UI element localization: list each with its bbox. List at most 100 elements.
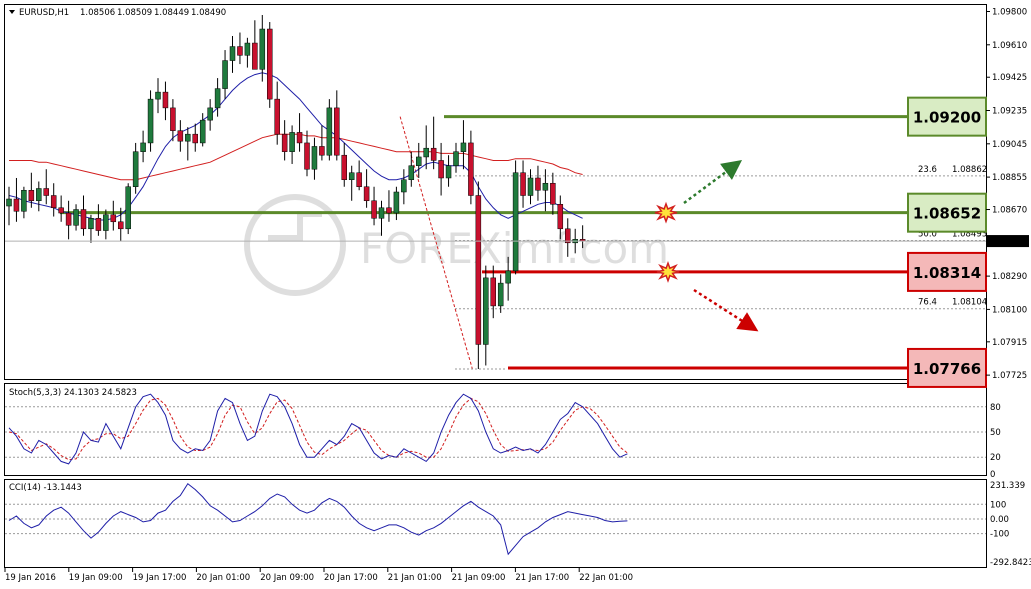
price-tick-label: 1.08855: [992, 173, 1027, 183]
cci-pane-frame: [4, 479, 987, 568]
time-tick-label: 19 Jan 09:00: [69, 573, 123, 583]
candle-body: [483, 277, 489, 345]
candle-body: [296, 132, 303, 144]
candle-body: [13, 198, 20, 212]
price-tick-label: 1.07725: [992, 371, 1027, 381]
low-value: 1.08449: [154, 8, 189, 18]
candle-body: [490, 277, 496, 307]
candle: [326, 99, 333, 161]
candle-body: [311, 146, 318, 170]
fib-level-percent: 76.4: [918, 298, 937, 308]
price-tick-label: 1.09610: [992, 41, 1027, 51]
candle-body: [162, 91, 169, 109]
candle: [267, 22, 273, 108]
candle-body: [192, 133, 198, 144]
candle-body: [460, 142, 467, 152]
cci-level-label: -100: [990, 530, 1009, 540]
candle-body: [334, 107, 340, 156]
candle-body: [363, 186, 370, 202]
candle-body: [110, 214, 117, 223]
time-tick-label: 19 Jan 17:00: [133, 573, 187, 583]
time-tick-label: 20 Jan 01:00: [196, 573, 250, 583]
candle: [125, 183, 131, 235]
candle-body: [557, 204, 564, 230]
candle-body: [423, 147, 429, 158]
candle-body: [527, 177, 534, 196]
time-tick-label: 20 Jan 09:00: [260, 573, 314, 583]
time-tick-label: 21 Jan 09:00: [452, 573, 506, 583]
candle-body: [520, 172, 526, 196]
candle-body: [6, 198, 12, 207]
time-tick-label: 21 Jan 01:00: [388, 573, 442, 583]
level-label: 1.09200: [913, 109, 981, 127]
candle-body: [289, 132, 295, 152]
stochastic-level-label: 50: [990, 428, 1001, 438]
candle-body: [103, 214, 109, 231]
candle-body: [438, 160, 444, 179]
candle-body: [207, 107, 213, 121]
candle-body: [28, 189, 35, 202]
candle-body: [386, 207, 392, 214]
candle: [147, 90, 154, 152]
candle-body: [252, 42, 258, 70]
candle-body: [348, 172, 355, 180]
candle-body: [125, 186, 131, 230]
candle-body: [408, 165, 415, 180]
candle-body: [430, 147, 437, 161]
candle-body: [393, 191, 400, 214]
fib-level-value: 1.08862: [952, 165, 987, 175]
candle-body: [267, 28, 273, 100]
candle-body: [326, 107, 333, 156]
high-value: 1.08509: [117, 8, 152, 18]
candle-body: [73, 209, 79, 226]
candle-body: [371, 200, 377, 219]
chart-canvas: FOREXimf.com 23.61.0886250.01.0849376.41…: [4, 4, 1031, 583]
fib-level-percent: 23.6: [918, 165, 937, 175]
level-label: 1.08652: [913, 205, 981, 223]
candle-body: [475, 195, 482, 345]
candle-body: [356, 172, 362, 187]
candle-body: [237, 46, 243, 56]
time-tick-label: 22 Jan 01:00: [579, 573, 633, 583]
candle-body: [199, 119, 206, 144]
price-pane-frame: [4, 4, 987, 380]
candle-body: [36, 188, 42, 202]
candle-body: [505, 270, 511, 284]
stochastic-pane-frame: [4, 383, 987, 476]
candle-body: [50, 195, 57, 209]
candle-body: [170, 107, 176, 131]
chart-window: FOREXimf.com 23.61.0886250.01.0849376.41…: [0, 0, 1031, 589]
candle-body: [319, 146, 325, 156]
candle-body: [155, 91, 161, 100]
cci-level-label: 231.339: [990, 481, 1025, 491]
candle-body: [401, 179, 407, 193]
candle-body: [468, 142, 474, 196]
candle-body: [65, 212, 72, 226]
candle-body: [95, 218, 102, 231]
candle-body: [80, 209, 87, 230]
candle-body: [118, 221, 124, 230]
candle-body: [58, 207, 64, 214]
candle-body: [21, 189, 27, 212]
candle-body: [244, 42, 251, 56]
candle-body: [497, 282, 504, 307]
stochastic-level-label: 20: [990, 453, 1001, 463]
candle-body: [304, 142, 310, 170]
candle-body: [222, 60, 228, 89]
candle-body: [88, 218, 94, 230]
candle-body: [229, 46, 236, 61]
candle-body: [43, 188, 49, 196]
breakout-burst-upper-icon: [654, 201, 678, 224]
price-tick-label: 1.08670: [992, 206, 1027, 216]
close-value: 1.08490: [191, 8, 226, 18]
time-tick-label: 20 Jan 17:00: [324, 573, 378, 583]
symbol-label: EURUSD,H1: [19, 8, 69, 18]
time-tick-label: 21 Jan 17:00: [515, 573, 569, 583]
candle-body: [535, 177, 541, 191]
open-value: 1.08506: [80, 8, 115, 18]
candle-body: [542, 182, 549, 191]
price-tick-label: 1.09800: [992, 8, 1027, 18]
candle-body: [132, 151, 139, 187]
stochastic-label: Stoch(5,3,3) 24.1303 24.5823: [9, 388, 137, 398]
current-price-label: 1.08490: [990, 237, 1025, 247]
